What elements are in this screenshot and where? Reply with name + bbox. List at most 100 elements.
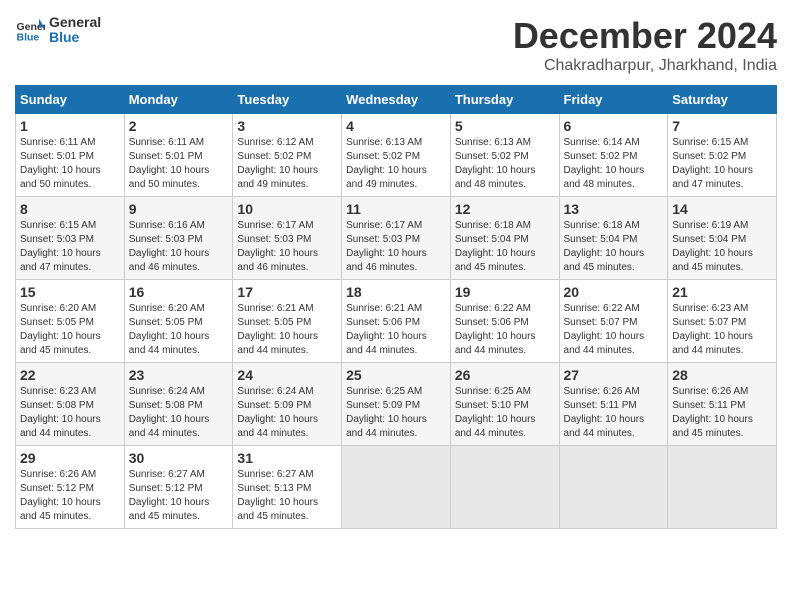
day-info: Sunrise: 6:14 AM Sunset: 5:02 PM Dayligh… <box>564 136 664 192</box>
day-number: 10 <box>237 201 337 217</box>
calendar-cell: 29 Sunrise: 6:26 AM Sunset: 5:12 PM Dayl… <box>16 446 125 529</box>
header-row: SundayMondayTuesdayWednesdayThursdayFrid… <box>16 86 777 114</box>
day-number: 8 <box>20 201 120 217</box>
main-title: December 2024 <box>513 15 777 57</box>
day-info: Sunrise: 6:18 AM Sunset: 5:04 PM Dayligh… <box>564 219 664 275</box>
calendar-cell: 23 Sunrise: 6:24 AM Sunset: 5:08 PM Dayl… <box>124 363 233 446</box>
calendar-cell <box>342 446 451 529</box>
logo-general: General <box>49 15 101 30</box>
day-number: 27 <box>564 367 664 383</box>
day-info: Sunrise: 6:12 AM Sunset: 5:02 PM Dayligh… <box>237 136 337 192</box>
day-info: Sunrise: 6:23 AM Sunset: 5:08 PM Dayligh… <box>20 385 120 441</box>
header-day: Wednesday <box>342 86 451 114</box>
day-info: Sunrise: 6:19 AM Sunset: 5:04 PM Dayligh… <box>672 219 772 275</box>
day-number: 24 <box>237 367 337 383</box>
day-number: 2 <box>129 118 229 134</box>
day-info: Sunrise: 6:22 AM Sunset: 5:06 PM Dayligh… <box>455 302 555 358</box>
day-number: 1 <box>20 118 120 134</box>
calendar-cell: 20 Sunrise: 6:22 AM Sunset: 5:07 PM Dayl… <box>559 280 668 363</box>
header-day: Tuesday <box>233 86 342 114</box>
day-number: 4 <box>346 118 446 134</box>
title-section: December 2024 Chakradharpur, Jharkhand, … <box>513 15 777 75</box>
day-info: Sunrise: 6:11 AM Sunset: 5:01 PM Dayligh… <box>129 136 229 192</box>
logo-icon: General Blue <box>15 15 45 45</box>
calendar-cell <box>559 446 668 529</box>
day-number: 13 <box>564 201 664 217</box>
day-number: 29 <box>20 450 120 466</box>
day-number: 3 <box>237 118 337 134</box>
day-info: Sunrise: 6:18 AM Sunset: 5:04 PM Dayligh… <box>455 219 555 275</box>
header-day: Saturday <box>668 86 777 114</box>
day-number: 30 <box>129 450 229 466</box>
calendar-cell: 6 Sunrise: 6:14 AM Sunset: 5:02 PM Dayli… <box>559 114 668 197</box>
calendar-cell: 1 Sunrise: 6:11 AM Sunset: 5:01 PM Dayli… <box>16 114 125 197</box>
day-info: Sunrise: 6:25 AM Sunset: 5:10 PM Dayligh… <box>455 385 555 441</box>
day-number: 18 <box>346 284 446 300</box>
day-number: 15 <box>20 284 120 300</box>
day-info: Sunrise: 6:15 AM Sunset: 5:03 PM Dayligh… <box>20 219 120 275</box>
day-number: 25 <box>346 367 446 383</box>
day-number: 21 <box>672 284 772 300</box>
day-number: 11 <box>346 201 446 217</box>
calendar-cell: 26 Sunrise: 6:25 AM Sunset: 5:10 PM Dayl… <box>450 363 559 446</box>
calendar-cell: 3 Sunrise: 6:12 AM Sunset: 5:02 PM Dayli… <box>233 114 342 197</box>
calendar-cell: 11 Sunrise: 6:17 AM Sunset: 5:03 PM Dayl… <box>342 197 451 280</box>
day-info: Sunrise: 6:17 AM Sunset: 5:03 PM Dayligh… <box>237 219 337 275</box>
calendar-cell: 5 Sunrise: 6:13 AM Sunset: 5:02 PM Dayli… <box>450 114 559 197</box>
calendar-cell: 15 Sunrise: 6:20 AM Sunset: 5:05 PM Dayl… <box>16 280 125 363</box>
day-number: 26 <box>455 367 555 383</box>
calendar-cell: 21 Sunrise: 6:23 AM Sunset: 5:07 PM Dayl… <box>668 280 777 363</box>
day-number: 7 <box>672 118 772 134</box>
calendar-cell: 4 Sunrise: 6:13 AM Sunset: 5:02 PM Dayli… <box>342 114 451 197</box>
calendar-week-row: 8 Sunrise: 6:15 AM Sunset: 5:03 PM Dayli… <box>16 197 777 280</box>
day-info: Sunrise: 6:16 AM Sunset: 5:03 PM Dayligh… <box>129 219 229 275</box>
day-info: Sunrise: 6:27 AM Sunset: 5:12 PM Dayligh… <box>129 468 229 524</box>
calendar-cell: 24 Sunrise: 6:24 AM Sunset: 5:09 PM Dayl… <box>233 363 342 446</box>
day-info: Sunrise: 6:13 AM Sunset: 5:02 PM Dayligh… <box>346 136 446 192</box>
day-number: 20 <box>564 284 664 300</box>
day-info: Sunrise: 6:24 AM Sunset: 5:08 PM Dayligh… <box>129 385 229 441</box>
calendar-table: SundayMondayTuesdayWednesdayThursdayFrid… <box>15 85 777 529</box>
day-info: Sunrise: 6:25 AM Sunset: 5:09 PM Dayligh… <box>346 385 446 441</box>
calendar-cell: 22 Sunrise: 6:23 AM Sunset: 5:08 PM Dayl… <box>16 363 125 446</box>
header-day: Friday <box>559 86 668 114</box>
day-number: 28 <box>672 367 772 383</box>
day-info: Sunrise: 6:26 AM Sunset: 5:12 PM Dayligh… <box>20 468 120 524</box>
calendar-cell: 16 Sunrise: 6:20 AM Sunset: 5:05 PM Dayl… <box>124 280 233 363</box>
day-number: 16 <box>129 284 229 300</box>
day-info: Sunrise: 6:17 AM Sunset: 5:03 PM Dayligh… <box>346 219 446 275</box>
day-info: Sunrise: 6:26 AM Sunset: 5:11 PM Dayligh… <box>672 385 772 441</box>
calendar-week-row: 1 Sunrise: 6:11 AM Sunset: 5:01 PM Dayli… <box>16 114 777 197</box>
day-info: Sunrise: 6:27 AM Sunset: 5:13 PM Dayligh… <box>237 468 337 524</box>
day-info: Sunrise: 6:11 AM Sunset: 5:01 PM Dayligh… <box>20 136 120 192</box>
logo-blue: Blue <box>49 30 101 45</box>
day-info: Sunrise: 6:20 AM Sunset: 5:05 PM Dayligh… <box>129 302 229 358</box>
header-day: Sunday <box>16 86 125 114</box>
header: General Blue General Blue December 2024 … <box>15 15 777 75</box>
header-day: Thursday <box>450 86 559 114</box>
day-info: Sunrise: 6:13 AM Sunset: 5:02 PM Dayligh… <box>455 136 555 192</box>
svg-text:Blue: Blue <box>17 32 40 44</box>
day-info: Sunrise: 6:15 AM Sunset: 5:02 PM Dayligh… <box>672 136 772 192</box>
logo: General Blue General Blue <box>15 15 101 46</box>
day-info: Sunrise: 6:21 AM Sunset: 5:06 PM Dayligh… <box>346 302 446 358</box>
day-number: 17 <box>237 284 337 300</box>
calendar-cell: 10 Sunrise: 6:17 AM Sunset: 5:03 PM Dayl… <box>233 197 342 280</box>
calendar-cell: 7 Sunrise: 6:15 AM Sunset: 5:02 PM Dayli… <box>668 114 777 197</box>
day-number: 19 <box>455 284 555 300</box>
calendar-cell: 19 Sunrise: 6:22 AM Sunset: 5:06 PM Dayl… <box>450 280 559 363</box>
subtitle: Chakradharpur, Jharkhand, India <box>513 57 777 75</box>
day-info: Sunrise: 6:23 AM Sunset: 5:07 PM Dayligh… <box>672 302 772 358</box>
day-number: 5 <box>455 118 555 134</box>
calendar-cell: 9 Sunrise: 6:16 AM Sunset: 5:03 PM Dayli… <box>124 197 233 280</box>
calendar-week-row: 15 Sunrise: 6:20 AM Sunset: 5:05 PM Dayl… <box>16 280 777 363</box>
calendar-week-row: 29 Sunrise: 6:26 AM Sunset: 5:12 PM Dayl… <box>16 446 777 529</box>
day-info: Sunrise: 6:26 AM Sunset: 5:11 PM Dayligh… <box>564 385 664 441</box>
calendar-cell: 30 Sunrise: 6:27 AM Sunset: 5:12 PM Dayl… <box>124 446 233 529</box>
day-number: 14 <box>672 201 772 217</box>
day-info: Sunrise: 6:24 AM Sunset: 5:09 PM Dayligh… <box>237 385 337 441</box>
calendar-cell: 13 Sunrise: 6:18 AM Sunset: 5:04 PM Dayl… <box>559 197 668 280</box>
day-info: Sunrise: 6:21 AM Sunset: 5:05 PM Dayligh… <box>237 302 337 358</box>
calendar-cell: 12 Sunrise: 6:18 AM Sunset: 5:04 PM Dayl… <box>450 197 559 280</box>
day-number: 12 <box>455 201 555 217</box>
